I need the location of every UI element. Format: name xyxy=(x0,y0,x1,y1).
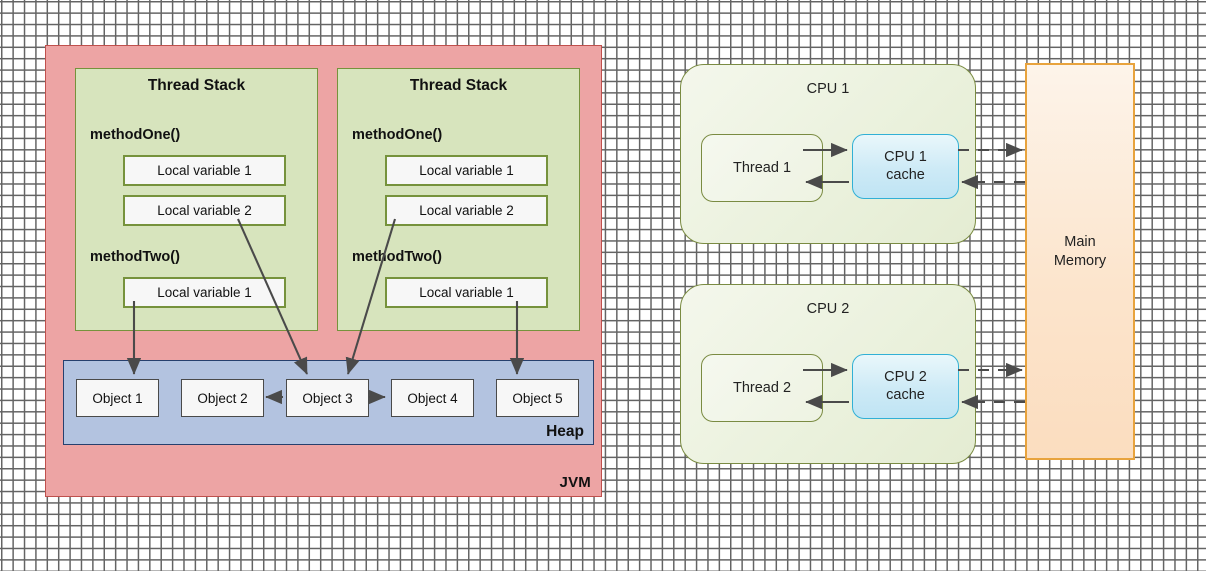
arrow-stack1-methodone-to-object3 xyxy=(237,218,308,375)
arrow-layer xyxy=(126,142,1025,410)
diagram-canvas: JVM Thread Stack methodOne() Local varia… xyxy=(0,0,1206,571)
arrow-stack2-methodone-to-object3 xyxy=(345,218,397,375)
